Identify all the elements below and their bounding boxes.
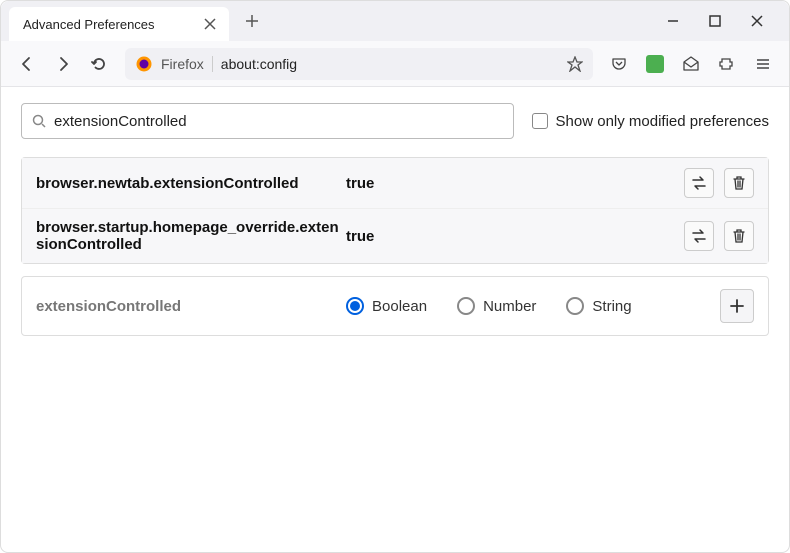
search-icon [32, 114, 46, 128]
search-box[interactable] [21, 103, 514, 139]
toggle-button[interactable] [684, 221, 714, 251]
radio-label: Boolean [372, 298, 427, 315]
add-preference-button[interactable] [720, 289, 754, 323]
url-bar[interactable]: Firefox about:config [125, 48, 593, 80]
extensions-icon[interactable] [711, 48, 743, 80]
tab-title: Advanced Preferences [23, 17, 201, 32]
search-input[interactable] [54, 113, 503, 130]
account-icon[interactable] [675, 48, 707, 80]
extension-icon[interactable] [639, 48, 671, 80]
preference-value: true [346, 228, 684, 245]
content-area: Show only modified preferences browser.n… [1, 87, 789, 352]
show-modified-checkbox[interactable]: Show only modified preferences [532, 113, 769, 130]
maximize-button[interactable] [703, 9, 727, 33]
preference-value: true [346, 175, 684, 192]
radio-boolean[interactable]: Boolean [346, 297, 427, 315]
menu-button[interactable] [747, 48, 779, 80]
minimize-button[interactable] [661, 9, 685, 33]
delete-button[interactable] [724, 221, 754, 251]
url-identity: Firefox [161, 56, 213, 72]
preference-name: browser.startup.homepage_override.extens… [36, 219, 346, 253]
radio-label: Number [483, 298, 536, 315]
toggle-button[interactable] [684, 168, 714, 198]
new-tab-button[interactable] [237, 6, 267, 36]
delete-button[interactable] [724, 168, 754, 198]
radio-number[interactable]: Number [457, 297, 536, 315]
new-preference-name: extensionControlled [36, 298, 346, 315]
preference-row: browser.startup.homepage_override.extens… [22, 209, 768, 263]
preferences-table: browser.newtab.extensionControlled true … [21, 157, 769, 264]
toolbar: Firefox about:config [1, 41, 789, 87]
close-window-button[interactable] [745, 9, 769, 33]
checkbox-icon [532, 113, 548, 129]
url-text: about:config [221, 56, 559, 72]
browser-tab[interactable]: Advanced Preferences [9, 7, 229, 41]
reload-button[interactable] [83, 48, 115, 80]
firefox-logo-icon [135, 55, 153, 73]
tab-bar: Advanced Preferences [1, 1, 789, 41]
pocket-icon[interactable] [603, 48, 635, 80]
window-controls [649, 9, 781, 33]
radio-label: String [592, 298, 631, 315]
radio-icon [566, 297, 584, 315]
preference-name: browser.newtab.extensionControlled [36, 175, 346, 192]
close-tab-icon[interactable] [201, 15, 219, 33]
forward-button[interactable] [47, 48, 79, 80]
type-radio-group: Boolean Number String [346, 297, 720, 315]
search-row: Show only modified preferences [21, 103, 769, 139]
bookmark-star-icon[interactable] [567, 56, 583, 72]
checkbox-label: Show only modified preferences [556, 113, 769, 130]
radio-icon [346, 297, 364, 315]
radio-string[interactable]: String [566, 297, 631, 315]
back-button[interactable] [11, 48, 43, 80]
preference-row: browser.newtab.extensionControlled true [22, 158, 768, 209]
new-preference-row: extensionControlled Boolean Number Strin… [21, 276, 769, 336]
radio-icon [457, 297, 475, 315]
